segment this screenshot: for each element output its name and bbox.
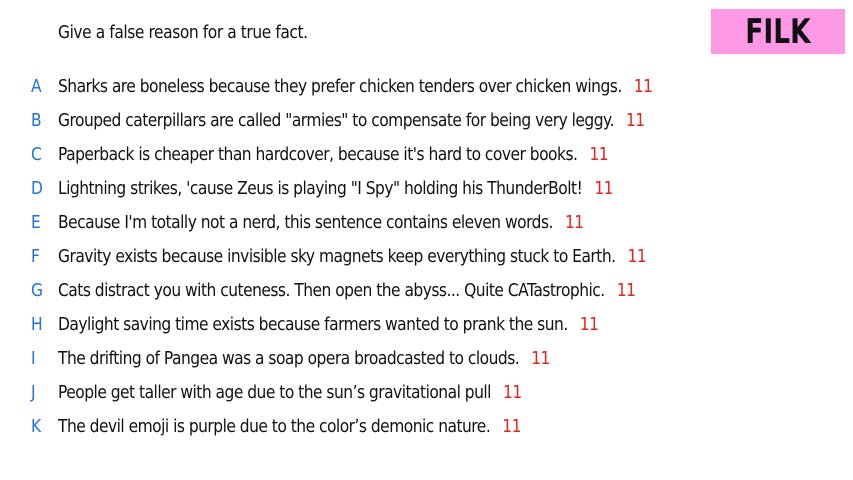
answer-score: 11 (594, 178, 613, 199)
prompt-text: Give a false reason for a true fact. (58, 22, 308, 43)
answer-score: 11 (627, 246, 647, 267)
answer-text: Because I'm totally not a nerd, this sen… (58, 212, 553, 233)
answer-score: 11 (625, 110, 645, 131)
answer-score: 11 (502, 382, 522, 403)
answer-row-f[interactable]: F Gravity exists because invisible sky m… (0, 240, 853, 274)
answer-text: Gravity exists because invisible sky mag… (58, 246, 616, 267)
answer-letter: H (31, 314, 43, 335)
answer-letter: A (31, 76, 42, 97)
answer-row-d[interactable]: D Lightning strikes, 'cause Zeus is play… (0, 172, 853, 206)
answer-score: 11 (531, 348, 550, 369)
answer-score: 11 (589, 144, 609, 165)
answer-letter: G (31, 280, 43, 301)
answer-score: 11 (502, 416, 521, 437)
answer-text: Daylight saving time exists because farm… (58, 314, 568, 335)
answer-row-h[interactable]: H Daylight saving time exists because fa… (0, 308, 853, 342)
answer-row-b[interactable]: B Grouped caterpillars are called "armie… (0, 104, 853, 138)
answer-letter: E (31, 212, 41, 233)
answer-letter: C (31, 144, 42, 165)
answer-row-c[interactable]: C Paperback is cheaper than hardcover, b… (0, 138, 853, 172)
answer-letter: F (31, 246, 40, 267)
answer-text: Sharks are boneless because they prefer … (58, 76, 622, 97)
answer-text: Lightning strikes, 'cause Zeus is playin… (58, 178, 583, 199)
answer-row-a[interactable]: A Sharks are boneless because they prefe… (0, 70, 853, 104)
answer-letter: I (31, 348, 36, 369)
answer-row-j[interactable]: J People get taller with age due to the … (0, 376, 853, 410)
answer-row-g[interactable]: G Cats distract you with cuteness. Then … (0, 274, 853, 308)
answer-letter: D (31, 178, 43, 199)
answer-text: Paperback is cheaper than hardcover, bec… (58, 144, 578, 165)
answer-text: The devil emoji is purple due to the col… (58, 416, 491, 437)
answer-row-i[interactable]: I The drifting of Pangea was a soap oper… (0, 342, 853, 376)
answer-letter: K (31, 416, 42, 437)
answer-row-k[interactable]: K The devil emoji is purple due to the c… (0, 410, 853, 444)
logo: FILK (711, 9, 845, 54)
answer-text: The drifting of Pangea was a soap opera … (58, 348, 520, 369)
answer-row-e[interactable]: E Because I'm totally not a nerd, this s… (0, 206, 853, 240)
answer-text: People get taller with age due to the su… (58, 382, 491, 403)
answer-score: 11 (616, 280, 636, 301)
answer-letter: J (31, 382, 36, 403)
answer-text: Cats distract you with cuteness. Then op… (58, 280, 605, 301)
logo-text: FILK (745, 11, 811, 52)
answer-score: 11 (579, 314, 599, 335)
answer-score: 11 (564, 212, 584, 233)
answer-text: Grouped caterpillars are called "armies"… (58, 110, 614, 131)
answer-score: 11 (633, 76, 653, 97)
answer-letter: B (31, 110, 42, 131)
